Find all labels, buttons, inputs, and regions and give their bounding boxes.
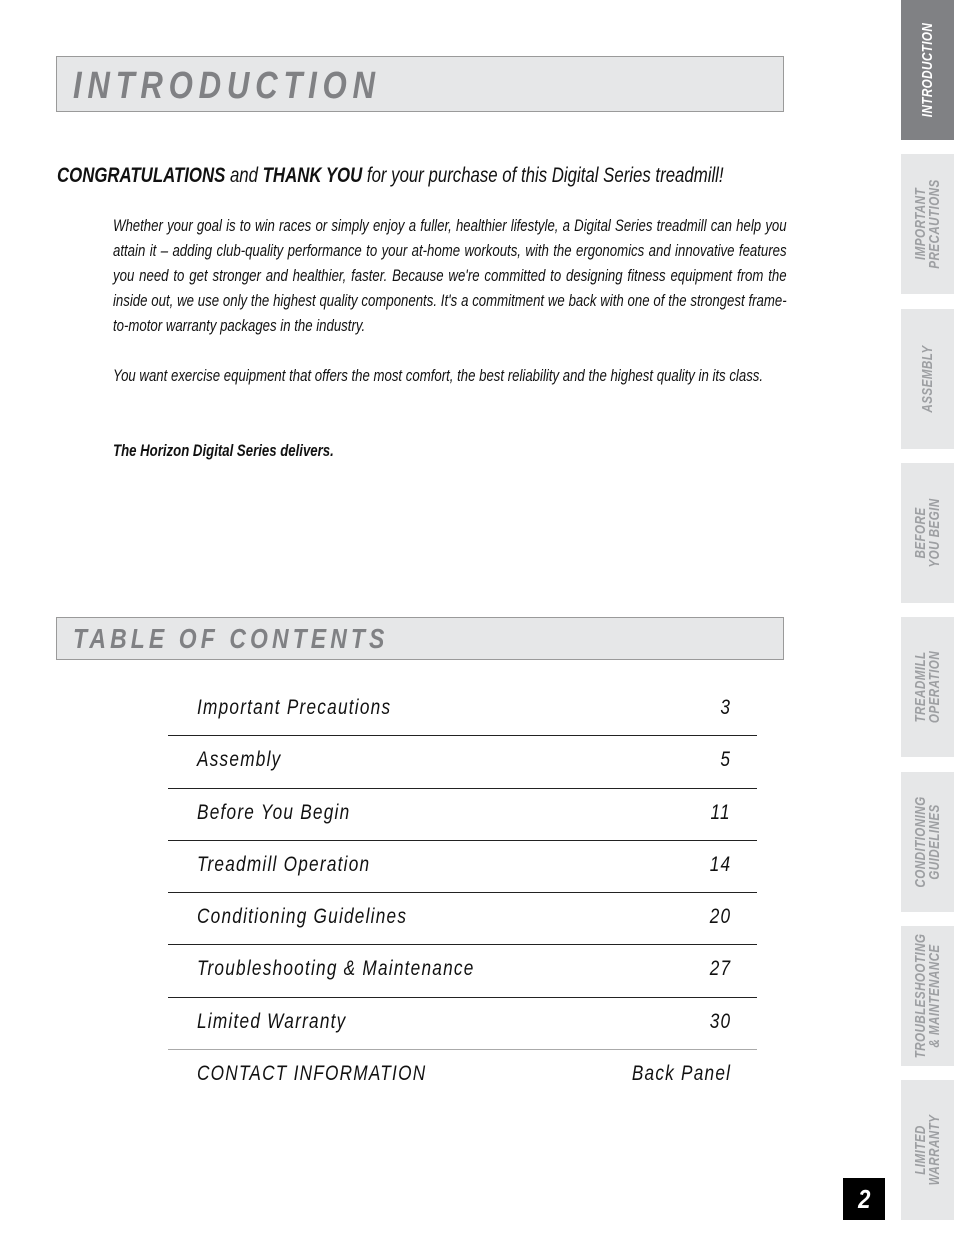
table-of-contents: Important Precautions 3 Assembly 5 Befor… — [168, 684, 757, 1102]
congratulations-and: and — [225, 164, 263, 187]
toc-header: TABLE OF CONTENTS — [56, 617, 784, 660]
side-tab-label: ASSEMBLY — [918, 345, 936, 413]
side-tab-label: IMPORTANT PRECAUTIONS — [911, 179, 943, 269]
toc-entry-label: Limited Warranty — [197, 1009, 347, 1033]
side-tab-before-you-begin[interactable]: BEFORE YOU BEGIN — [901, 463, 954, 603]
toc-entry-conditioning-guidelines[interactable]: Conditioning Guidelines 20 — [168, 893, 757, 946]
congratulations-strong: CONGRATULATIONS — [57, 164, 226, 187]
page-number: 2 — [843, 1178, 885, 1220]
side-tab-treadmill-operation[interactable]: TREADMILL OPERATION — [901, 617, 954, 757]
toc-entry-label: Assembly — [197, 748, 282, 772]
toc-entry-before-you-begin[interactable]: Before You Begin 11 — [168, 789, 757, 841]
side-tab-label: TREADMILL OPERATION — [911, 650, 943, 724]
side-tab-label: CONDITIONING GUIDELINES — [911, 796, 943, 888]
introduction-title: INTRODUCTION — [73, 65, 381, 107]
toc-entry-page: 5 — [720, 748, 731, 772]
side-tab-label: BEFORE YOU BEGIN — [911, 498, 943, 568]
congratulations-line: CONGRATULATIONS and THANK YOU for your p… — [57, 164, 724, 188]
toc-entry-limited-warranty[interactable]: Limited Warranty 30 — [168, 998, 757, 1051]
intro-paragraph-1: Whether your goal is to win races or sim… — [113, 217, 787, 335]
side-tab-label: LIMITED WARRANTY — [911, 1114, 943, 1186]
side-tab-important-precautions[interactable]: IMPORTANT PRECAUTIONS — [901, 154, 954, 294]
side-tab-assembly[interactable]: ASSEMBLY — [901, 309, 954, 449]
toc-entry-label: Conditioning Guidelines — [197, 905, 408, 929]
toc-entry-troubleshooting-maintenance[interactable]: Troubleshooting & Maintenance 27 — [168, 945, 757, 998]
toc-entry-contact-information[interactable]: CONTACT INFORMATION Back Panel — [168, 1050, 757, 1102]
side-tab-troubleshooting-maintenance[interactable]: TROUBLESHOOTING & MAINTENANCE — [901, 926, 954, 1066]
toc-entry-label: CONTACT INFORMATION — [197, 1062, 427, 1086]
intro-tagline: The Horizon Digital Series delivers. — [113, 442, 334, 460]
toc-entry-label: Treadmill Operation — [197, 852, 371, 876]
toc-entry-page: 27 — [709, 957, 731, 981]
thank-you-strong: THANK YOU — [262, 164, 363, 187]
toc-entry-page: Back Panel — [631, 1062, 731, 1086]
toc-entry-page: 30 — [709, 1009, 731, 1033]
side-tab-conditioning-guidelines[interactable]: CONDITIONING GUIDELINES — [901, 772, 954, 912]
side-tab-label: INTRODUCTION — [918, 22, 936, 118]
introduction-header: INTRODUCTION — [56, 56, 784, 112]
congratulations-rest: for your purchase of this Digital Series… — [362, 164, 724, 187]
toc-entry-treadmill-operation[interactable]: Treadmill Operation 14 — [168, 841, 757, 894]
toc-title: TABLE OF CONTENTS — [73, 623, 389, 654]
toc-entry-important-precautions[interactable]: Important Precautions 3 — [168, 684, 757, 737]
toc-entry-assembly[interactable]: Assembly 5 — [168, 736, 757, 789]
toc-entry-label: Before You Begin — [197, 800, 351, 824]
toc-entry-label: Important Precautions — [197, 696, 392, 719]
side-tab-limited-warranty[interactable]: LIMITED WARRANTY — [901, 1080, 954, 1220]
side-tab-introduction[interactable]: INTRODUCTION — [901, 0, 954, 140]
toc-entry-label: Troubleshooting & Maintenance — [197, 957, 475, 981]
side-tab-label: TROUBLESHOOTING & MAINTENANCE — [911, 933, 943, 1059]
toc-entry-page: 20 — [709, 905, 731, 929]
toc-entry-page: 11 — [710, 800, 731, 824]
toc-entry-page: 3 — [720, 696, 731, 719]
intro-paragraph-2: You want exercise equipment that offers … — [113, 367, 764, 385]
toc-entry-page: 14 — [709, 852, 731, 876]
